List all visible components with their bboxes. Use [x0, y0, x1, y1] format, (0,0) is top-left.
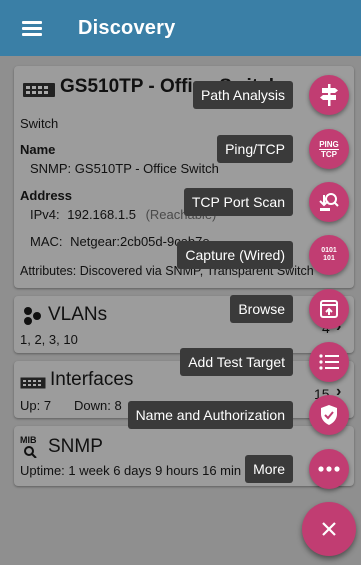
hamburger-menu-icon[interactable] [22, 21, 42, 36]
ping-icon-text: PING [319, 139, 339, 150]
browse-label[interactable]: Browse [230, 295, 293, 323]
capture-wired-label[interactable]: Capture (Wired) [177, 241, 293, 269]
snmp-title: SNMP [48, 436, 103, 457]
vlans-icon [22, 306, 42, 331]
switch-icon [22, 82, 56, 103]
snmp-uptime: Uptime: 1 week 6 days 9 hours 16 min [20, 463, 242, 478]
more-dots-icon[interactable] [309, 449, 349, 489]
shield-check-icon[interactable] [309, 395, 349, 435]
ping-tcp-label[interactable]: Ping/TCP [217, 135, 293, 163]
signpost-icon[interactable] [309, 75, 349, 115]
interfaces-icon [20, 376, 46, 394]
browse-icon[interactable] [309, 289, 349, 329]
page-title: Discovery [78, 16, 176, 39]
name-authorization-label[interactable]: Name and Authorization [127, 401, 293, 429]
interfaces-up: Up: 7 [20, 398, 52, 413]
address-label: Address [20, 188, 73, 203]
tcp-port-scan-label[interactable]: TCP Port Scan [183, 188, 293, 216]
device-type: Switch [20, 116, 59, 131]
action-name-authorization[interactable]: Name and Authorization [127, 395, 349, 435]
close-icon [322, 522, 336, 536]
name-label: Name [20, 142, 56, 157]
port-scan-icon[interactable] [309, 182, 349, 222]
attributes-label: Attributes: [20, 264, 77, 278]
name-value: SNMP: GS510TP - Office Switch [30, 161, 219, 176]
action-path-analysis[interactable]: Path Analysis [192, 75, 349, 115]
tcp-icon-text: TCP [321, 149, 337, 159]
ipv4-label: IPv4: [30, 207, 60, 222]
action-browse[interactable]: Browse [230, 289, 349, 329]
capture-icon-text-top: 0101 [321, 247, 337, 254]
vlans-title: VLANs [48, 304, 108, 325]
ipv4-value: 192.168.1.5 [67, 207, 136, 222]
capture-icon[interactable]: 0101 101 [309, 235, 349, 275]
action-ping-tcp[interactable]: Ping/TCP PING TCP [217, 129, 349, 169]
interfaces-title: Interfaces [50, 369, 134, 390]
mac-label: MAC: [30, 234, 63, 249]
action-tcp-port-scan[interactable]: TCP Port Scan [183, 182, 349, 222]
close-fab-button[interactable] [302, 502, 356, 556]
list-icon[interactable] [309, 342, 349, 382]
interfaces-down: Down: 8 [74, 398, 122, 413]
path-analysis-label[interactable]: Path Analysis [192, 81, 293, 109]
action-capture-wired[interactable]: Capture (Wired) 0101 101 [177, 235, 349, 275]
action-add-test-target[interactable]: Add Test Target [180, 342, 349, 382]
capture-icon-text-bottom: 101 [323, 255, 335, 262]
more-label[interactable]: More [245, 455, 293, 483]
snmp-icon: MIB [20, 434, 44, 463]
ping-tcp-icon[interactable]: PING TCP [309, 129, 349, 169]
vlans-values: 1, 2, 3, 10 [20, 332, 78, 347]
svg-text:MIB: MIB [20, 435, 37, 445]
app-bar: Discovery [0, 0, 361, 56]
action-more[interactable]: More [245, 449, 349, 489]
add-test-target-label[interactable]: Add Test Target [180, 348, 293, 376]
